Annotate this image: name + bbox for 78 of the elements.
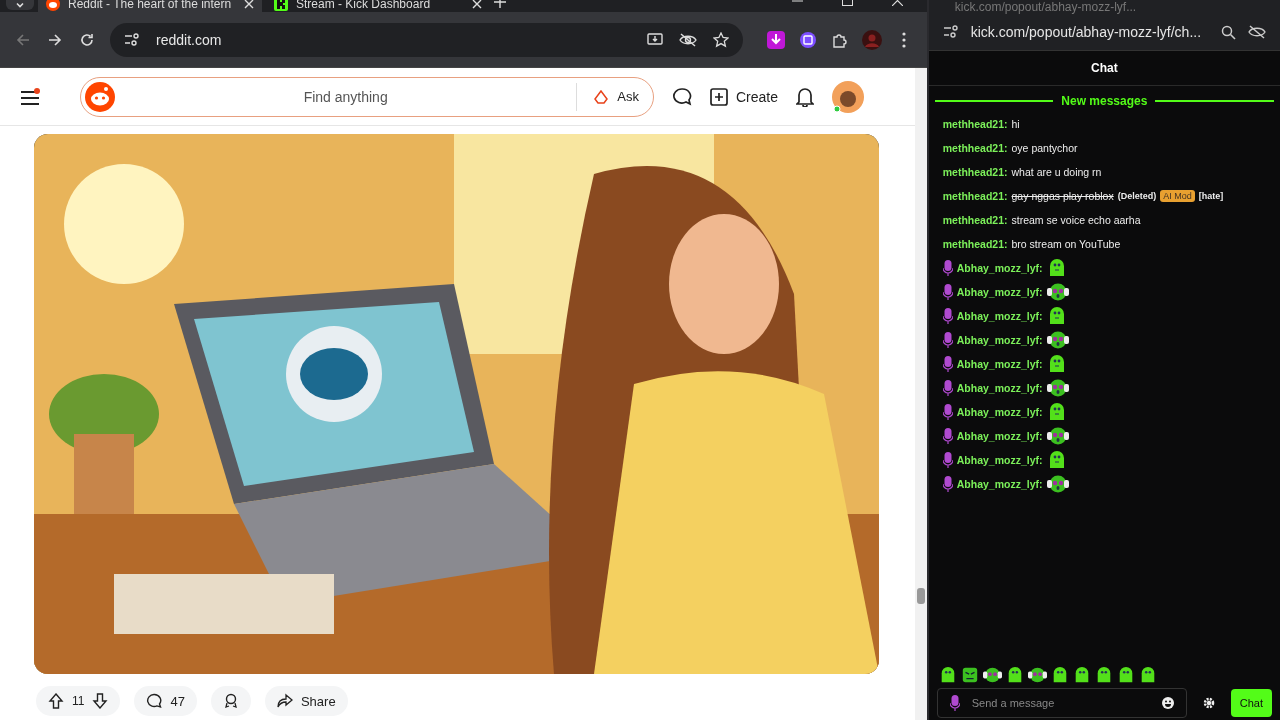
- message-box[interactable]: Send a message: [936, 688, 1187, 718]
- alien-logo-icon: [85, 81, 115, 112]
- comment-icon: [146, 693, 163, 709]
- headphones-emote-icon: [1046, 330, 1069, 350]
- search-field[interactable]: Find anything: [115, 87, 577, 106]
- browser-tab[interactable]: Stream - Kick Dashboard: [266, 0, 490, 12]
- headphones-emote-icon: [1046, 474, 1069, 494]
- ask-button[interactable]: Ask: [576, 82, 653, 111]
- menu-icon[interactable]: [20, 87, 40, 106]
- chat-message: gay nggas play roblox: [1011, 190, 1114, 202]
- chat-username[interactable]: methhead21:: [942, 142, 1008, 154]
- chat-username[interactable]: Abhay_mozz_lyf:: [956, 358, 1043, 370]
- chat-username[interactable]: methhead21:: [942, 214, 1008, 226]
- vote-count: 11: [72, 694, 85, 708]
- url-text: reddit.com: [156, 31, 222, 48]
- deleted-note: (Deleted): [1117, 191, 1157, 201]
- chat-header: Chat: [928, 51, 1280, 86]
- eye-slash-icon[interactable]: [1248, 25, 1266, 39]
- chat-username[interactable]: Abhay_mozz_lyf:: [956, 286, 1043, 298]
- plus-icon: [710, 87, 728, 106]
- browser-tab[interactable]: Reddit - The heart of the intern: [38, 0, 262, 12]
- create-button[interactable]: Create: [710, 87, 779, 106]
- headphones-emote-icon: [1046, 282, 1069, 302]
- chat-username[interactable]: Abhay_mozz_lyf:: [956, 310, 1043, 322]
- site-settings-icon[interactable]: [942, 25, 959, 39]
- chat-username[interactable]: Abhay_mozz_lyf:: [956, 454, 1043, 466]
- chat-username[interactable]: Abhay_mozz_lyf:: [956, 478, 1043, 490]
- share-icon: [276, 693, 293, 709]
- install-app-icon[interactable]: [646, 32, 663, 47]
- chat-username[interactable]: Abhay_mozz_lyf:: [956, 406, 1043, 418]
- upvote-icon[interactable]: [48, 693, 64, 709]
- mod-tag: AI Mod: [1160, 190, 1195, 202]
- chat-message: stream se voice echo aarha: [1011, 214, 1141, 226]
- chat-message: hi: [1011, 118, 1020, 130]
- kick-logo-icon: [274, 0, 288, 11]
- chat-username[interactable]: Abhay_mozz_lyf:: [956, 382, 1043, 394]
- tab-search-icon[interactable]: [6, 0, 34, 10]
- chat-username[interactable]: methhead21:: [942, 238, 1008, 250]
- chat-username[interactable]: Abhay_mozz_lyf:: [956, 334, 1043, 346]
- user-avatar[interactable]: [832, 80, 865, 113]
- reason-tag: [hate]: [1198, 191, 1224, 201]
- bell-icon[interactable]: [796, 86, 815, 107]
- new-messages-divider: New messages: [1061, 94, 1148, 108]
- chat-message: bro stream on YouTube: [1011, 238, 1121, 250]
- url-text: kick.com/popout/abhay-mozz-lyf/ch...: [970, 24, 1203, 40]
- scrollbar[interactable]: [914, 68, 927, 720]
- headphones-emote-icon[interactable]: [1027, 666, 1047, 684]
- star-icon[interactable]: [712, 31, 729, 48]
- close-icon[interactable]: [472, 0, 482, 9]
- chat-button[interactable]: Chat: [1230, 689, 1272, 717]
- chat-username[interactable]: Abhay_mozz_lyf:: [956, 262, 1043, 274]
- chat-username[interactable]: methhead21:: [942, 190, 1008, 202]
- chat-message: oye pantychor: [1011, 142, 1078, 154]
- eye-slash-icon[interactable]: [678, 32, 697, 47]
- headphones-emote-icon: [1046, 378, 1069, 398]
- microphone-icon: [949, 695, 960, 711]
- headphones-emote-icon: [1046, 426, 1069, 446]
- message-field[interactable]: Send a message: [969, 696, 1152, 710]
- close-icon[interactable]: [244, 0, 254, 9]
- chat-message: what are u doing rn: [1011, 166, 1102, 178]
- share-button[interactable]: Share: [264, 686, 348, 716]
- angry-emote-icon[interactable]: [960, 666, 979, 684]
- comments-button[interactable]: 47: [134, 686, 197, 716]
- chat-username[interactable]: methhead21:: [942, 166, 1008, 178]
- site-settings-icon[interactable]: [124, 32, 140, 47]
- chat-username[interactable]: Abhay_mozz_lyf:: [956, 430, 1043, 442]
- ask-icon: [593, 89, 610, 104]
- chat-icon[interactable]: [672, 86, 692, 107]
- chat-username[interactable]: methhead21:: [942, 118, 1008, 130]
- address-bar[interactable]: reddit.com: [110, 22, 743, 57]
- zoom-icon[interactable]: [1221, 24, 1236, 40]
- headphones-emote-icon[interactable]: [982, 666, 1002, 684]
- downvote-icon[interactable]: [92, 693, 109, 709]
- alien-logo-icon: [46, 0, 60, 11]
- window-title: kick.com/popout/abhay-mozz-lyf...: [928, 0, 1280, 14]
- award-icon: [222, 693, 239, 709]
- award-button[interactable]: [210, 686, 251, 716]
- smiley-icon[interactable]: [1161, 697, 1174, 709]
